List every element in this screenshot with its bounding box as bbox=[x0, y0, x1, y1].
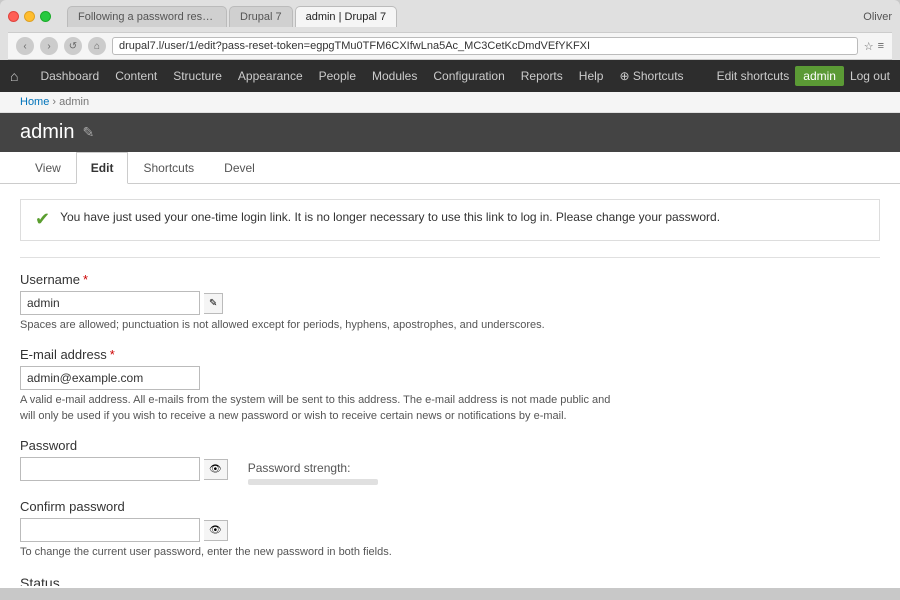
nav-dashboard[interactable]: Dashboard bbox=[32, 60, 107, 92]
browser-chrome: Following a password rese... Drupal 7 ad… bbox=[0, 0, 900, 60]
minimize-button[interactable] bbox=[24, 11, 35, 22]
page-header: admin ✎ bbox=[0, 113, 900, 152]
status-group: Status Blocked Active bbox=[20, 575, 880, 586]
tab-edit[interactable]: Edit bbox=[76, 152, 129, 184]
email-label: E-mail address* bbox=[20, 347, 880, 362]
admin-nav-right: Edit shortcuts admin Log out bbox=[717, 66, 890, 86]
email-hint: A valid e-mail address. All e-mails from… bbox=[20, 393, 620, 424]
nav-configuration[interactable]: Configuration bbox=[425, 60, 512, 92]
close-button[interactable] bbox=[8, 11, 19, 22]
password-group: Password 👁 Password strength: bbox=[20, 438, 880, 485]
password-strength-container: Password strength: bbox=[248, 457, 378, 485]
reload-button[interactable]: ↺ bbox=[64, 37, 82, 55]
divider-1 bbox=[20, 257, 880, 258]
password-show-icon[interactable]: 👁 bbox=[204, 459, 228, 480]
breadcrumb: Home › admin bbox=[0, 92, 900, 113]
tab-devel[interactable]: Devel bbox=[209, 152, 270, 184]
confirm-password-input-wrapper: 👁 bbox=[20, 518, 880, 542]
browser-titlebar: Following a password rese... Drupal 7 ad… bbox=[8, 6, 892, 27]
admin-nav: ⌂ Dashboard Content Structure Appearance… bbox=[0, 60, 900, 92]
alert-info: ✔ You have just used your one-time login… bbox=[20, 199, 880, 241]
username-input[interactable] bbox=[20, 291, 200, 315]
username-required: * bbox=[83, 272, 88, 287]
username-edit-icon[interactable]: ✎ bbox=[204, 293, 223, 314]
nav-people[interactable]: People bbox=[311, 60, 364, 92]
nav-reports[interactable]: Reports bbox=[513, 60, 571, 92]
tab-shortcuts[interactable]: Shortcuts bbox=[128, 152, 209, 184]
password-label: Password bbox=[20, 438, 880, 453]
breadcrumb-home[interactable]: Home bbox=[20, 96, 49, 108]
breadcrumb-current: admin bbox=[59, 96, 89, 108]
nav-shortcuts[interactable]: ⊕ Shortcuts bbox=[611, 60, 691, 92]
password-strength-label: Password strength: bbox=[248, 461, 378, 475]
alert-message: You have just used your one-time login l… bbox=[60, 210, 720, 224]
nav-appearance[interactable]: Appearance bbox=[230, 60, 311, 92]
nav-help[interactable]: Help bbox=[571, 60, 612, 92]
home-nav-button[interactable]: ⌂ bbox=[88, 37, 106, 55]
browser-tabs: Following a password rese... Drupal 7 ad… bbox=[67, 6, 397, 27]
address-bar[interactable]: drupal7.l/user/1/edit?pass-reset-token=e… bbox=[112, 37, 858, 55]
main-content: ✔ You have just used your one-time login… bbox=[0, 184, 900, 586]
tab-2[interactable]: admin | Drupal 7 bbox=[295, 6, 398, 27]
browser-user: Oliver bbox=[863, 11, 892, 23]
username-hint: Spaces are allowed; punctuation is not a… bbox=[20, 318, 620, 333]
password-input[interactable] bbox=[20, 457, 200, 481]
email-required: * bbox=[110, 347, 115, 362]
confirm-password-group: Confirm password 👁 To change the current… bbox=[20, 499, 880, 560]
status-label: Status bbox=[20, 575, 880, 586]
confirm-password-label: Confirm password bbox=[20, 499, 880, 514]
nav-modules[interactable]: Modules bbox=[364, 60, 425, 92]
tab-0[interactable]: Following a password rese... bbox=[67, 6, 227, 27]
password-strength-bar bbox=[248, 479, 378, 485]
username-label: Username* bbox=[20, 272, 880, 287]
menu-icon[interactable]: ≡ bbox=[878, 40, 884, 52]
logout-link[interactable]: Log out bbox=[850, 69, 890, 83]
tabs: View Edit Shortcuts Devel bbox=[0, 152, 900, 184]
confirm-password-show-icon[interactable]: 👁 bbox=[204, 520, 228, 541]
back-button[interactable]: ‹ bbox=[16, 37, 34, 55]
email-input-wrapper bbox=[20, 366, 880, 390]
maximize-button[interactable] bbox=[40, 11, 51, 22]
tab-1[interactable]: Drupal 7 bbox=[229, 6, 293, 27]
star-icon[interactable]: ☆ bbox=[864, 40, 874, 53]
confirm-password-input[interactable] bbox=[20, 518, 200, 542]
edit-shortcuts-link[interactable]: Edit shortcuts bbox=[717, 69, 790, 83]
nav-structure[interactable]: Structure bbox=[165, 60, 230, 92]
email-input[interactable] bbox=[20, 366, 200, 390]
page-title: admin bbox=[20, 121, 74, 144]
nav-content[interactable]: Content bbox=[107, 60, 165, 92]
password-row: 👁 Password strength: bbox=[20, 457, 880, 485]
forward-button[interactable]: › bbox=[40, 37, 58, 55]
admin-user-badge[interactable]: admin bbox=[795, 66, 844, 86]
drupal-wrapper: ⌂ Dashboard Content Structure Appearance… bbox=[0, 60, 900, 588]
password-input-wrapper: 👁 bbox=[20, 457, 228, 481]
tab-view[interactable]: View bbox=[20, 152, 76, 184]
drupal-home-icon[interactable]: ⌂ bbox=[10, 68, 18, 84]
browser-toolbar: ‹ › ↺ ⌂ drupal7.l/user/1/edit?pass-reset… bbox=[8, 32, 892, 60]
email-group: E-mail address* A valid e-mail address. … bbox=[20, 347, 880, 424]
confirm-password-hint: To change the current user password, ent… bbox=[20, 545, 620, 560]
edit-icon[interactable]: ✎ bbox=[82, 124, 94, 141]
username-input-wrapper: ✎ bbox=[20, 291, 880, 315]
checkmark-icon: ✔ bbox=[35, 209, 50, 230]
toolbar-icons: ☆ ≡ bbox=[864, 40, 884, 53]
traffic-lights bbox=[8, 11, 51, 22]
username-group: Username* ✎ Spaces are allowed; punctuat… bbox=[20, 272, 880, 333]
